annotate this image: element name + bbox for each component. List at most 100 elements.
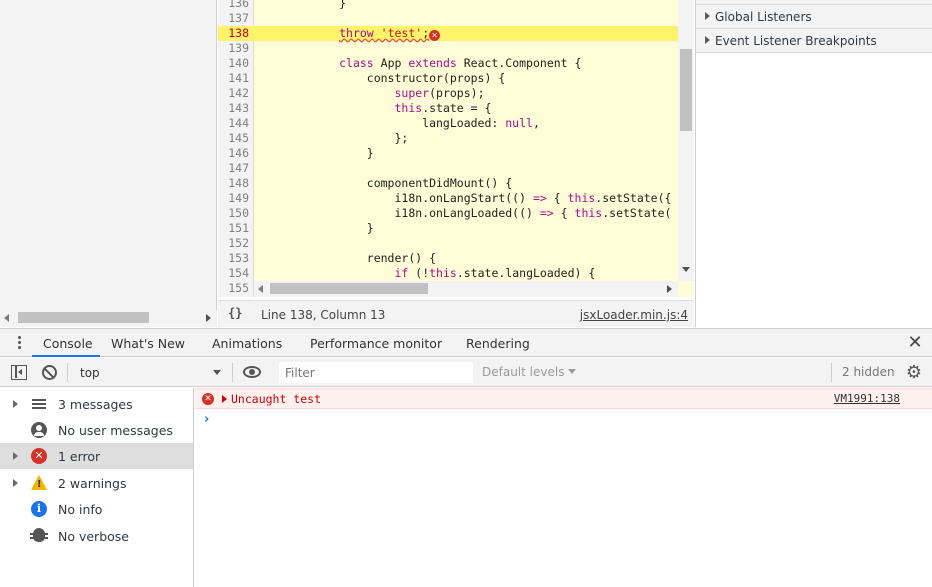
expand-arrow-icon[interactable] xyxy=(222,395,227,403)
line-number[interactable]: 142 xyxy=(218,86,249,101)
code-line[interactable]: 150 i18n.onLangLoaded(() => { this.setSt… xyxy=(218,206,678,221)
sidebar-item-verbose[interactable]: No verbose xyxy=(0,523,193,549)
line-number[interactable]: 154 xyxy=(218,266,249,281)
code-line-error[interactable]: 138 throw 'test'; ✕ xyxy=(218,26,678,41)
clear-console-icon[interactable] xyxy=(42,365,57,380)
code-line[interactable]: 139 xyxy=(218,41,678,56)
list-icon xyxy=(31,396,47,412)
line-number[interactable]: 152 xyxy=(218,236,249,251)
prompt-chevron-icon: › xyxy=(204,412,210,427)
scroll-down-arrow-icon[interactable] xyxy=(682,267,690,272)
line-number[interactable]: 155 xyxy=(218,281,249,296)
line-number[interactable]: 148 xyxy=(218,176,249,191)
code-line[interactable]: 142 super(props); xyxy=(218,86,678,101)
pane-event-listener-breakpoints[interactable]: Event Listener Breakpoints xyxy=(696,29,932,53)
scrollbar-thumb[interactable] xyxy=(270,283,428,294)
line-number[interactable]: 136 xyxy=(218,0,249,11)
code-line[interactable]: 151 } xyxy=(218,221,678,236)
toolbar-divider xyxy=(831,363,832,382)
close-drawer-icon[interactable]: ✕ xyxy=(905,333,925,353)
editor-status-bar: {} Line 138, Column 13 jsxLoader.min.js:… xyxy=(218,300,694,327)
code-line[interactable]: 148 componentDidMount() { xyxy=(218,176,678,191)
code-text: } xyxy=(256,146,374,160)
error-text: Uncaught test xyxy=(231,392,322,406)
more-tools-menu-icon[interactable] xyxy=(12,335,26,351)
console-settings-gear-icon[interactable]: ⚙ xyxy=(904,363,924,383)
tab-animations[interactable]: Animations xyxy=(212,336,282,351)
code-line[interactable]: 141 constructor(props) { xyxy=(218,71,678,86)
line-number[interactable]: 147 xyxy=(218,161,249,176)
tab-whats-new[interactable]: What's New xyxy=(111,336,185,351)
scrollbar-thumb[interactable] xyxy=(680,49,692,131)
expand-arrow-icon[interactable] xyxy=(13,479,18,487)
line-number[interactable]: 138 xyxy=(218,26,249,41)
pane-label: Event Listener Breakpoints xyxy=(715,34,877,48)
scroll-right-arrow-icon[interactable] xyxy=(206,314,211,322)
line-number[interactable]: 149 xyxy=(218,191,249,206)
sidebar-item-user-messages[interactable]: No user messages xyxy=(0,417,193,443)
code-line[interactable]: 154 if (!this.state.langLoaded) { xyxy=(218,266,678,281)
tab-performance-monitor[interactable]: Performance monitor xyxy=(310,336,442,351)
line-number[interactable]: 145 xyxy=(218,131,249,146)
error-icon: ✕ xyxy=(202,393,214,405)
tab-rendering[interactable]: Rendering xyxy=(466,336,530,351)
sidebar-item-info[interactable]: i No info xyxy=(0,496,193,522)
console-prompt[interactable]: › xyxy=(195,412,932,430)
scroll-left-arrow-icon[interactable] xyxy=(258,285,263,293)
code-line[interactable]: 152 xyxy=(218,236,678,251)
sidebar-item-warnings[interactable]: ! 2 warnings xyxy=(0,470,193,496)
line-number[interactable]: 140 xyxy=(218,56,249,71)
code-line[interactable]: 153 render() { xyxy=(218,251,678,266)
show-console-sidebar-icon[interactable] xyxy=(11,365,27,380)
code-text: constructor(props) { xyxy=(256,71,506,85)
line-number[interactable]: 150 xyxy=(218,206,249,221)
expand-arrow-icon[interactable] xyxy=(13,400,18,408)
editor-horizontal-scrollbar[interactable] xyxy=(254,281,678,297)
javascript-context-select[interactable]: top xyxy=(75,363,225,383)
sidebar-item-messages[interactable]: 3 messages xyxy=(0,391,193,417)
scroll-left-arrow-icon[interactable] xyxy=(4,314,9,322)
code-line[interactable]: 140 class App extends React.Component { xyxy=(218,56,678,71)
code-line[interactable]: 136 } xyxy=(218,0,678,11)
chevron-down-icon xyxy=(568,369,577,374)
toolbar-divider xyxy=(232,363,233,382)
line-number[interactable]: 143 xyxy=(218,101,249,116)
code-line[interactable]: 144 langLoaded: null, xyxy=(218,116,678,131)
line-number[interactable]: 137 xyxy=(218,11,249,26)
warning-icon: ! xyxy=(31,475,47,490)
hidden-messages-count: 2 hidden xyxy=(842,365,895,379)
line-number[interactable]: 144 xyxy=(218,116,249,131)
navigator-horizontal-scrollbar[interactable] xyxy=(0,310,217,327)
console-error-message[interactable]: ✕ Uncaught test VM1991:138 xyxy=(195,388,932,409)
editor-vertical-scrollbar[interactable] xyxy=(678,0,694,281)
error-source-link[interactable]: VM1991:138 xyxy=(834,392,900,405)
filter-input[interactable] xyxy=(279,362,473,383)
source-map-link[interactable]: jsxLoader.min.js:4 xyxy=(580,308,688,322)
code-line[interactable]: 145 }; xyxy=(218,131,678,146)
scroll-right-arrow-icon[interactable] xyxy=(667,285,672,293)
line-number[interactable]: 139 xyxy=(218,41,249,56)
expand-arrow-icon xyxy=(705,12,710,20)
line-number[interactable]: 153 xyxy=(218,251,249,266)
code-line[interactable]: 149 i18n.onLangStart(() => { this.setSta… xyxy=(218,191,678,206)
code-line[interactable]: 147 xyxy=(218,161,678,176)
code-line[interactable]: 146 } xyxy=(218,146,678,161)
sidebar-item-label: No verbose xyxy=(58,529,129,544)
line-number[interactable]: 141 xyxy=(218,71,249,86)
sidebar-item-errors[interactable]: ✕ 1 error xyxy=(0,443,193,469)
live-expression-eye-icon[interactable] xyxy=(243,366,261,378)
console-messages[interactable]: ✕ Uncaught test VM1991:138 › xyxy=(195,388,932,587)
line-number[interactable]: 151 xyxy=(218,221,249,236)
expand-arrow-icon xyxy=(705,36,710,44)
code-editor[interactable]: 136 } 137 138 throw 'test'; ✕ 139 140 class A… xyxy=(218,0,694,297)
scrollbar-thumb[interactable] xyxy=(18,312,149,323)
expand-arrow-icon[interactable] xyxy=(13,452,18,460)
tab-console[interactable]: Console xyxy=(43,336,93,351)
line-number[interactable]: 146 xyxy=(218,146,249,161)
pretty-print-button[interactable]: {} xyxy=(228,306,242,320)
pane-global-listeners[interactable]: Global Listeners xyxy=(696,5,932,29)
log-levels-dropdown[interactable]: Default levels xyxy=(482,365,577,379)
code-text: i18n.onLangStart(() => { this.setState({ xyxy=(256,191,672,205)
code-line[interactable]: 137 xyxy=(218,11,678,26)
code-line[interactable]: 143 this.state = { xyxy=(218,101,678,116)
